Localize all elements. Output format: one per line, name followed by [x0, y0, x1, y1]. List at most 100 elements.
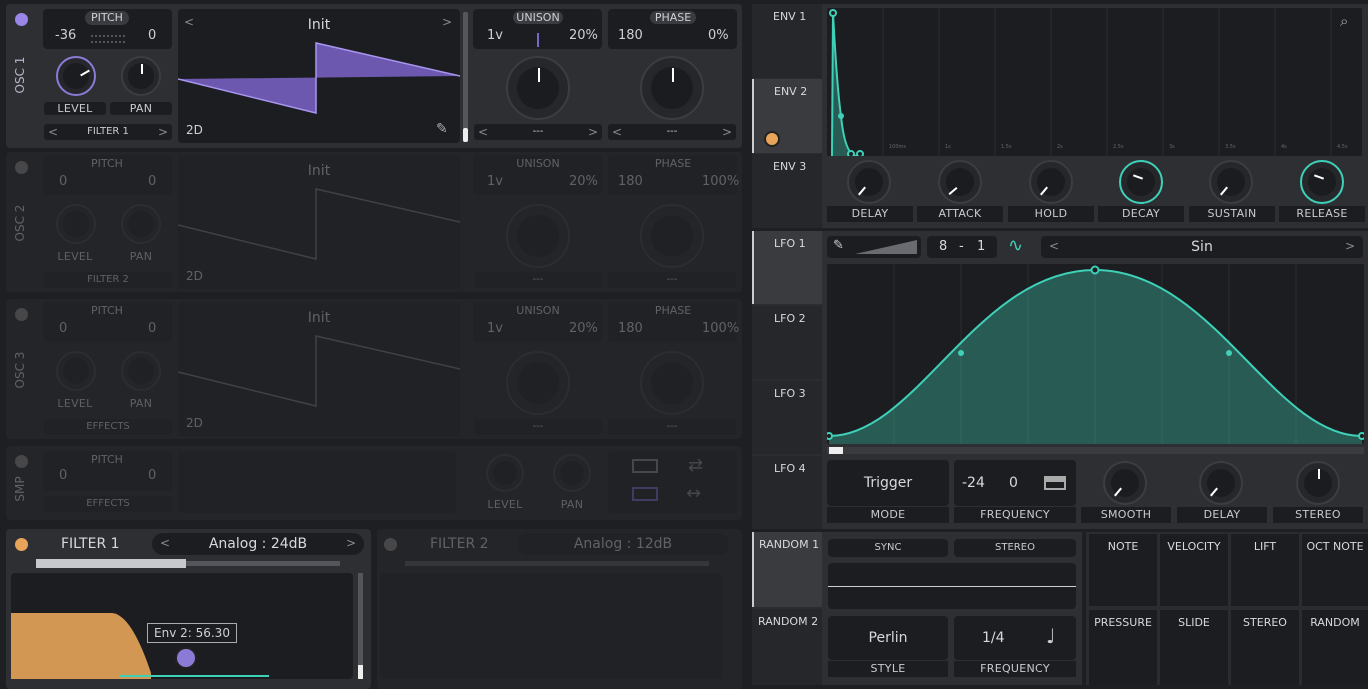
lfo-frequency-box[interactable]: -24 0 [954, 460, 1076, 506]
osc2-pan-knob[interactable] [121, 204, 161, 244]
env-delay-knob[interactable] [847, 160, 891, 204]
smp-pitch-fine[interactable]: 0 [148, 468, 156, 483]
lfo-smooth-box[interactable]: ✎ [827, 236, 921, 258]
lfo-tab-1[interactable]: LFO 1 [752, 231, 822, 304]
mod-source-random[interactable]: RANDOM [1302, 610, 1368, 685]
osc1-unison-box[interactable]: UNISON 1v 20% [473, 9, 602, 49]
osc3-level-knob[interactable] [56, 351, 96, 391]
filter1-scrollbar[interactable] [358, 573, 363, 679]
note-icon[interactable]: ♩ [1046, 624, 1055, 648]
filter1-power-toggle[interactable] [15, 538, 28, 551]
mod-source-slide[interactable]: SLIDE [1160, 610, 1228, 685]
osc2-phase-knob[interactable] [640, 204, 704, 268]
lfo-shape-select[interactable]: < Sin > [1041, 236, 1363, 258]
env-graph[interactable]: 100ms 1s 1.5s 2s 2.5s 3s 3.5s 4s 4.5s ⌕ [827, 8, 1362, 156]
osc3-pitch-fine[interactable]: 0 [148, 321, 156, 336]
bounce-icon[interactable]: ↔ [686, 483, 701, 504]
env-tab-1[interactable]: ENV 1 [752, 4, 822, 78]
osc3-pitch-box[interactable]: PITCH 0 0 [43, 302, 172, 342]
loop-icon[interactable] [632, 487, 658, 501]
env-tab-3[interactable]: ENV 3 [752, 154, 822, 228]
osc3-pitch-coarse[interactable]: 0 [59, 321, 67, 336]
osc1-unison-voices[interactable]: 1v [487, 28, 503, 43]
lfo-smooth-knob[interactable] [1103, 461, 1147, 505]
smp-pitch-coarse[interactable]: 0 [59, 468, 67, 483]
shuffle-icon[interactable]: ⇄ [688, 455, 703, 476]
osc1-pitch-fine[interactable]: 0 [148, 28, 156, 43]
osc3-unison-dropdown[interactable]: --- [474, 419, 602, 435]
osc3-wavetable-display[interactable]: Init 2D [178, 302, 460, 436]
osc3-wave-mode[interactable]: 2D [186, 416, 203, 430]
lfo-tab-2[interactable]: LFO 2 [752, 306, 822, 379]
filter1-type-select[interactable]: < Analog : 24dB > [152, 533, 364, 555]
keyboard-icon[interactable] [1044, 476, 1066, 490]
osc1-phase-random[interactable]: 0% [708, 28, 729, 43]
osc2-pitch-coarse[interactable]: 0 [59, 174, 67, 189]
osc1-pan-knob[interactable] [121, 56, 161, 96]
osc2-unison-voices[interactable]: 1v [487, 174, 503, 189]
smp-pitch-box[interactable]: PITCH 0 0 [43, 451, 172, 491]
smp-destination-select[interactable]: EFFECTS [44, 496, 172, 512]
random-tab-2[interactable]: RANDOM 2 [752, 609, 822, 685]
random-style-box[interactable]: Perlin [828, 616, 948, 660]
filter1-blend-slider[interactable] [36, 559, 340, 568]
random-stereo-button[interactable]: STEREO [954, 539, 1076, 557]
osc2-unison-box[interactable]: UNISON 1v 20% [473, 155, 602, 195]
random-sync-button[interactable]: SYNC [828, 539, 948, 557]
osc1-level-knob[interactable] [56, 56, 96, 96]
lfo-tab-3[interactable]: LFO 3 [752, 381, 822, 454]
osc1-wavetable-display[interactable]: < > Init 2D ✎ [178, 9, 460, 143]
osc3-phase-dropdown[interactable]: --- [608, 419, 736, 435]
osc1-power-toggle[interactable] [15, 13, 28, 26]
search-icon[interactable]: ⌕ [1340, 12, 1348, 30]
env-attack-knob[interactable] [938, 160, 982, 204]
osc1-frame-slider[interactable] [463, 12, 468, 142]
osc3-power-toggle[interactable] [15, 308, 28, 321]
env-decay-knob[interactable] [1119, 160, 1163, 204]
smp-pan-knob[interactable] [553, 454, 591, 492]
env2-mod-indicator[interactable] [764, 131, 780, 147]
mod-source-pressure[interactable]: PRESSURE [1089, 610, 1157, 685]
lfo-grid-x[interactable]: 8 [939, 239, 947, 254]
filter2-response-graph[interactable] [380, 573, 722, 679]
osc2-level-knob[interactable] [56, 204, 96, 244]
osc3-phase-knob[interactable] [640, 351, 704, 415]
lfo-graph[interactable] [827, 264, 1364, 444]
env-release-knob[interactable] [1300, 160, 1344, 204]
osc3-unison-box[interactable]: UNISON 1v 20% [473, 302, 602, 342]
smp-level-knob[interactable] [486, 454, 524, 492]
lfo-stereo-knob[interactable] [1296, 461, 1340, 505]
smp-power-toggle[interactable] [15, 455, 28, 468]
env-hold-knob[interactable] [1029, 160, 1073, 204]
osc2-phase-random[interactable]: 100% [702, 174, 739, 189]
osc1-unison-detune[interactable]: 20% [569, 28, 598, 43]
keyboard-icon[interactable] [632, 459, 658, 473]
random-frequency-box[interactable]: 1/4 ♩ [954, 616, 1076, 660]
osc3-pan-knob[interactable] [121, 351, 161, 391]
osc3-destination-select[interactable]: EFFECTS [44, 419, 172, 435]
osc2-wavetable-display[interactable]: Init 2D [178, 155, 460, 289]
lfo-grid-y[interactable]: 1 [977, 239, 985, 254]
mod-source-note[interactable]: NOTE [1089, 534, 1157, 606]
osc2-pitch-box[interactable]: PITCH 0 0 [43, 155, 172, 195]
mod-source-oct-note[interactable]: OCT NOTE [1302, 534, 1368, 606]
env-sustain-knob[interactable] [1209, 160, 1253, 204]
mod-source-velocity[interactable]: VELOCITY [1160, 534, 1228, 606]
filter1-response-graph[interactable]: Env 2: 56.30 [11, 573, 353, 679]
osc2-wave-mode[interactable]: 2D [186, 269, 203, 283]
osc2-unison-knob[interactable] [506, 204, 570, 268]
osc3-unison-voices[interactable]: 1v [487, 321, 503, 336]
osc2-unison-dropdown[interactable]: --- [474, 272, 602, 288]
smp-sample-display[interactable] [178, 451, 456, 513]
curve-icon[interactable]: ∿ [1008, 235, 1023, 256]
osc3-unison-detune[interactable]: 20% [569, 321, 598, 336]
filter2-power-toggle[interactable] [384, 538, 397, 551]
osc1-pitch-box[interactable]: PITCH -36 0 [43, 9, 172, 49]
env-tab-2[interactable]: ENV 2 [752, 79, 822, 153]
pencil-icon[interactable]: ✎ [436, 121, 448, 137]
osc1-phase-box[interactable]: PHASE 180 0% [608, 9, 737, 49]
lfo-mode-box[interactable]: Trigger [827, 460, 949, 506]
osc2-unison-detune[interactable]: 20% [569, 174, 598, 189]
osc2-pitch-fine[interactable]: 0 [148, 174, 156, 189]
osc2-phase-value[interactable]: 180 [618, 174, 643, 189]
